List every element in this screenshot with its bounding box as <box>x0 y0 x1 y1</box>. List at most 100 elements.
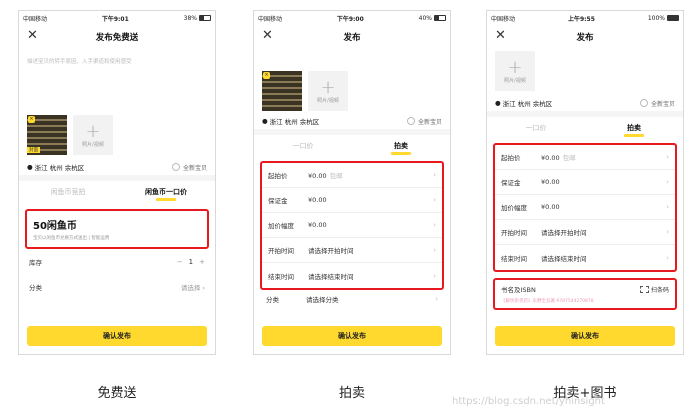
field-value: 请选择结束时间 <box>308 272 354 281</box>
status-bar: 中国移动 下午9:01 38% <box>19 11 215 25</box>
location-row: ● 浙江 杭州 余杭区 全新宝贝 <box>19 159 215 175</box>
field-label: 保证金 <box>501 179 521 187</box>
location-text: 浙江 杭州 余杭区 <box>502 100 553 108</box>
add-media-button[interactable]: + 照片/视频 <box>308 71 348 111</box>
phone-screen-free-giveaway: 中国移动 下午9:01 38% ✕ 发布免费送 描述宝贝的转手原因、入手渠道和使… <box>18 10 216 355</box>
isbn-label: 书名及ISBN <box>501 286 536 294</box>
phone-screen-auction-book: 中国移动 上午9:55 100% ✕ 发布 + 照片/视频 ● 浙江 杭州 余杭区… <box>486 10 684 355</box>
coin-value: 50闲鱼币 <box>33 221 77 232</box>
price-tabs: 一口价 拍卖 <box>254 135 450 157</box>
new-item-toggle[interactable]: 全新宝贝 <box>639 99 675 108</box>
category-label: 分类 <box>266 296 279 304</box>
caption-auction: 拍卖 <box>338 386 365 401</box>
status-bar: 中国移动 上午9:55 100% <box>487 11 683 25</box>
stock-value: 1 <box>188 257 194 266</box>
add-media-label: 照片/视频 <box>82 141 104 148</box>
stock-row: 库存 − 1 + <box>19 249 215 274</box>
barcode-icon <box>639 285 649 293</box>
location[interactable]: ● 浙江 杭州 余杭区 <box>27 162 84 172</box>
field-label: 起拍价 <box>268 172 288 180</box>
auction-field-start-time[interactable]: 开拍时间 请选择开拍时间 › <box>262 238 442 263</box>
field-value: 请选择结束时间 <box>541 254 587 263</box>
auction-field-increment[interactable]: 加价幅度 ¥0.00 › <box>495 195 675 220</box>
close-icon[interactable]: ✕ <box>262 28 273 43</box>
auction-field-end-time[interactable]: 结束时间 请选择结束时间 › <box>262 263 442 288</box>
cover-label: 封面 <box>27 147 40 153</box>
stock-stepper[interactable]: − 1 + <box>177 258 205 266</box>
auction-field-start-price[interactable]: 起拍价 ¥0.00 包邮 › <box>262 163 442 188</box>
confirm-button[interactable]: 确认发布 <box>27 326 207 346</box>
location-text: 浙江 杭州 余杭区 <box>269 118 320 126</box>
battery-icon <box>666 15 679 21</box>
location[interactable]: ● 浙江 杭州 余杭区 <box>495 98 552 108</box>
chevron-right-icon: › <box>433 221 436 229</box>
tab-fixed-price[interactable]: 一口价 <box>254 141 352 151</box>
auction-field-deposit[interactable]: 保证金 ¥0.00 › <box>495 170 675 195</box>
highlight-box: 起拍价 ¥0.00 包邮 › 保证金 ¥0.00 › 加价幅度 ¥0.00 › 开… <box>493 143 677 272</box>
tab-coin-auction[interactable]: 闲鱼币竞拍 <box>19 187 117 197</box>
tab-fixed-price[interactable]: 一口价 <box>487 123 585 133</box>
location-pin-icon: ● <box>27 163 33 171</box>
auction-field-deposit[interactable]: 保证金 ¥0.00 › <box>262 188 442 213</box>
isbn-row[interactable]: 书名及ISBN 扫条码 <box>495 280 675 296</box>
chevron-right-icon: › <box>433 246 436 254</box>
category-row[interactable]: 分类 请选择分类 › <box>254 290 450 308</box>
add-media-button[interactable]: + 照片/视频 <box>495 51 535 91</box>
nav-bar: ✕ 发布 <box>254 25 450 49</box>
auction-field-increment[interactable]: 加价幅度 ¥0.00 › <box>262 213 442 238</box>
field-hint: 包邮 <box>562 154 576 162</box>
field-label: 开拍时间 <box>501 229 527 237</box>
tab-coin-fixed-price[interactable]: 闲鱼币一口价 <box>117 187 215 201</box>
location-row: ● 浙江 杭州 余杭区 全新宝贝 <box>254 113 450 129</box>
field-value: ¥0.00 包邮 <box>541 152 666 162</box>
battery-percent: 100% <box>647 14 665 22</box>
field-value: ¥0.00 <box>541 178 560 186</box>
field-label: 保证金 <box>268 197 288 205</box>
clock: 上午9:55 <box>567 15 595 23</box>
chevron-right-icon: › <box>433 271 436 280</box>
field-value: 请选择开拍时间 <box>308 247 354 255</box>
add-media-label: 照片/视频 <box>317 97 339 104</box>
carrier: 中国移动 <box>23 15 48 23</box>
scan-barcode-button[interactable]: 扫条码 <box>639 285 669 294</box>
new-item-toggle[interactable]: 全新宝贝 <box>171 163 207 172</box>
location[interactable]: ● 浙江 杭州 余杭区 <box>262 116 319 126</box>
confirm-button[interactable]: 确认发布 <box>495 326 675 346</box>
confirm-button[interactable]: 确认发布 <box>262 326 442 346</box>
isbn-input[interactable]: 《解忧杂货店》东野圭吾著 9787544270878 <box>495 296 675 308</box>
add-media-button[interactable]: + 照片/视频 <box>73 115 113 155</box>
highlight-box-isbn: 书名及ISBN 扫条码 《解忧杂货店》东野圭吾著 9787544270878 <box>493 278 677 310</box>
battery-percent: 40% <box>418 14 432 22</box>
chevron-right-icon: › <box>666 203 669 211</box>
tab-auction[interactable]: 拍卖 <box>585 123 683 137</box>
photo-thumbnail[interactable]: × 封面 <box>27 115 67 155</box>
close-icon[interactable]: ✕ <box>27 28 38 43</box>
battery-icon <box>433 15 446 21</box>
field-hint: 包邮 <box>329 172 343 180</box>
auction-field-end-time[interactable]: 结束时间 请选择结束时间 › <box>495 245 675 270</box>
field-label: 加价幅度 <box>268 222 294 230</box>
carrier: 中国移动 <box>258 15 283 23</box>
highlight-box: 起拍价 ¥0.00 包邮 › 保证金 ¥0.00 › 加价幅度 ¥0.00 › 开… <box>260 161 444 290</box>
phone-screen-auction: 中国移动 下午9:00 40% ✕ 发布 × + 照片/视频 ● 浙江 杭州 余杭… <box>253 10 451 355</box>
category-row[interactable]: 分类 请选择 › <box>19 274 215 299</box>
coin-price-field[interactable]: 50闲鱼币 宝贝以闲鱼币兑换方式送出 | 智能运费 <box>27 211 207 247</box>
minus-button[interactable]: − <box>177 258 183 266</box>
auction-field-start-price[interactable]: 起拍价 ¥0.00 包邮 › <box>495 145 675 170</box>
new-item-label: 全新宝贝 <box>417 118 442 126</box>
photo-thumbnail[interactable]: × <box>262 71 302 111</box>
field-label: 开拍时间 <box>268 247 294 255</box>
close-icon[interactable]: ✕ <box>495 28 506 43</box>
close-badge-icon[interactable]: × <box>263 72 270 79</box>
chevron-right-icon: › <box>666 228 669 236</box>
category-label: 分类 <box>29 283 42 292</box>
close-badge-icon[interactable]: × <box>28 116 35 123</box>
plus-button[interactable]: + <box>199 258 205 266</box>
new-item-toggle[interactable]: 全新宝贝 <box>406 117 442 126</box>
description-input[interactable]: 描述宝贝的转手原因、入手渠道和使用感受 <box>19 49 215 115</box>
chevron-right-icon: › <box>666 253 669 262</box>
auction-field-start-time[interactable]: 开拍时间 请选择开拍时间 › <box>495 220 675 245</box>
nav-bar: ✕ 发布 <box>487 25 683 49</box>
tab-auction[interactable]: 拍卖 <box>352 141 450 155</box>
price-tabs: 闲鱼币竞拍 闲鱼币一口价 <box>19 181 215 203</box>
